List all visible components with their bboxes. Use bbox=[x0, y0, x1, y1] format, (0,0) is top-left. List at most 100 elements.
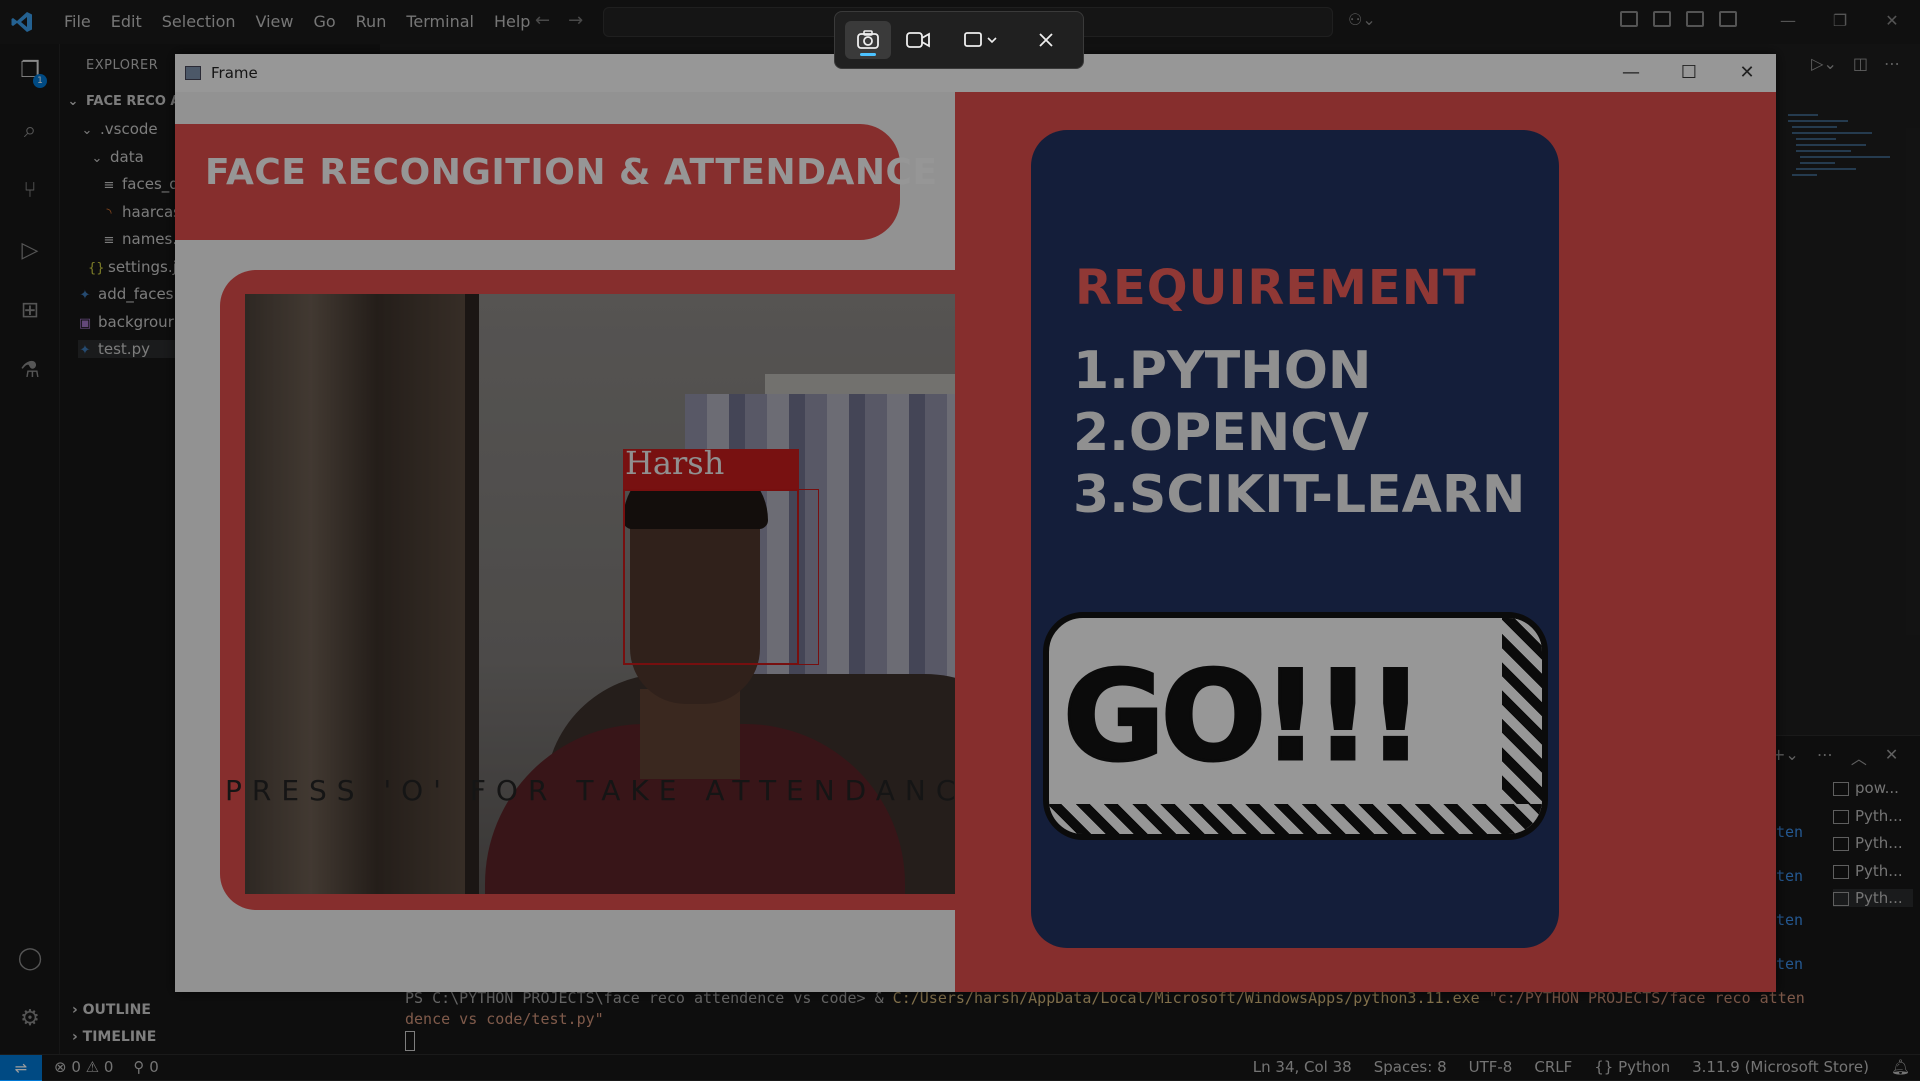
remote-indicator-icon[interactable]: ⇌ bbox=[0, 1055, 42, 1081]
menu-bar: File Edit Selection View Go Run Terminal… bbox=[54, 0, 540, 44]
tree-item-background[interactable]: ▣ backgrour bbox=[78, 313, 174, 331]
video-icon bbox=[906, 32, 930, 48]
rss-file-icon: ◝ bbox=[106, 206, 112, 221]
panel-actions: +⌄ ⋯ ︿ ✕ bbox=[1772, 745, 1898, 769]
tree-item-faces-data[interactable]: ≡ faces_d bbox=[102, 175, 179, 193]
forward-arrow-icon[interactable]: → bbox=[568, 10, 583, 31]
terminal-tab[interactable]: Pyth... bbox=[1833, 834, 1903, 852]
terminal-tab[interactable]: pow... bbox=[1833, 779, 1899, 797]
minimize-icon[interactable]: — bbox=[1762, 6, 1814, 36]
problems-indicator[interactable]: ⊗ 0 ⚠ 0 bbox=[54, 1058, 113, 1076]
status-left: ⊗ 0 ⚠ 0 ⚲ 0 bbox=[54, 1058, 159, 1076]
settings-gear-icon[interactable]: ⚙ bbox=[15, 1004, 45, 1034]
menu-help[interactable]: Help bbox=[484, 0, 540, 44]
terminal-tab[interactable]: Pyth... bbox=[1833, 862, 1903, 880]
split-editor-icon[interactable]: ◫ bbox=[1853, 54, 1868, 73]
terminal-icon bbox=[1833, 781, 1849, 796]
explorer-icon[interactable]: ❐ 1 bbox=[15, 56, 47, 88]
requirement-item: 3.SCIKIT-LEARN bbox=[1073, 465, 1526, 525]
menu-run[interactable]: Run bbox=[346, 0, 397, 44]
tree-item-vscode[interactable]: ⌄ .vscode bbox=[80, 120, 158, 138]
project-root[interactable]: ⌄ FACE RECO AT bbox=[66, 94, 189, 109]
menu-selection[interactable]: Selection bbox=[152, 0, 246, 44]
indentation[interactable]: Spaces: 8 bbox=[1374, 1058, 1447, 1076]
back-arrow-icon[interactable]: ← bbox=[535, 10, 550, 31]
terminal-tab-active[interactable]: Pyth... bbox=[1833, 889, 1913, 907]
video-mode-button[interactable] bbox=[895, 21, 941, 59]
source-control-icon[interactable]: ⑂ bbox=[15, 176, 45, 206]
new-terminal-icon[interactable]: +⌄ bbox=[1772, 745, 1799, 769]
frame-maximize-icon[interactable]: ☐ bbox=[1660, 54, 1718, 92]
more-icon[interactable]: ⋯ bbox=[1817, 745, 1833, 769]
toggle-panel-icon[interactable] bbox=[1686, 11, 1704, 27]
line-ending[interactable]: CRLF bbox=[1534, 1058, 1572, 1076]
language-mode[interactable]: {} Python bbox=[1594, 1058, 1670, 1076]
tree-item-haarcascade[interactable]: ◝ haarcas bbox=[102, 203, 181, 221]
status-right: Ln 34, Col 38 Spaces: 8 UTF-8 CRLF {} Py… bbox=[1253, 1058, 1910, 1076]
terminal-icon bbox=[1833, 891, 1849, 906]
attendance-instruction: PRESS 'O' FOR TAKE ATTENDANCE bbox=[225, 774, 994, 807]
tree-item-settings[interactable]: {} settings.j bbox=[88, 258, 177, 276]
rectangle-select-icon bbox=[964, 32, 997, 47]
encoding[interactable]: UTF-8 bbox=[1469, 1058, 1513, 1076]
close-icon bbox=[1039, 33, 1053, 47]
outline-section[interactable]: › OUTLINE bbox=[72, 1002, 151, 1018]
search-icon[interactable]: ⌕ bbox=[15, 116, 45, 146]
screenshot-mode-button[interactable] bbox=[845, 21, 891, 59]
account-icon[interactable]: ◯ bbox=[15, 944, 45, 974]
menu-terminal[interactable]: Terminal bbox=[396, 0, 484, 44]
python-file-icon: ✦ bbox=[79, 288, 91, 303]
face-detection-box-outer bbox=[623, 489, 819, 665]
menu-go[interactable]: Go bbox=[303, 0, 345, 44]
requirement-item: 2.OPENCV bbox=[1073, 403, 1369, 463]
snipping-toolbar bbox=[834, 11, 1084, 69]
testing-icon[interactable]: ⚗ bbox=[15, 356, 45, 386]
timeline-section[interactable]: › TIMELINE bbox=[72, 1029, 156, 1045]
terminal-wrapped-fragments: ten ten ten ten bbox=[1776, 823, 1804, 973]
menu-view[interactable]: View bbox=[246, 0, 304, 44]
cursor-position[interactable]: Ln 34, Col 38 bbox=[1253, 1058, 1352, 1076]
close-panel-icon[interactable]: ✕ bbox=[1885, 745, 1898, 769]
terminal-tab[interactable]: Pyth... bbox=[1833, 807, 1903, 825]
frame-canvas: FACE RECONGITION & ATTENDANCE Harsh PRES… bbox=[175, 92, 1776, 992]
extensions-icon[interactable]: ⊞ bbox=[15, 296, 45, 326]
go-badge-stripe-bottom bbox=[1049, 804, 1542, 834]
frame-minimize-icon[interactable]: — bbox=[1602, 54, 1660, 92]
tree-item-names[interactable]: ≡ names. bbox=[102, 230, 178, 248]
go-badge: GO!!! bbox=[1043, 612, 1548, 840]
snip-shape-dropdown[interactable] bbox=[953, 21, 1009, 59]
maximize-panel-icon[interactable]: ︿ bbox=[1851, 745, 1867, 769]
python-interpreter[interactable]: 3.11.9 (Microsoft Store) bbox=[1692, 1058, 1869, 1076]
close-icon[interactable]: ✕ bbox=[1866, 6, 1918, 36]
restore-icon[interactable]: ❐ bbox=[1814, 6, 1866, 36]
ports-indicator[interactable]: ⚲ 0 bbox=[133, 1058, 158, 1076]
run-debug-icon[interactable]: ▷ bbox=[15, 236, 45, 266]
more-actions-icon[interactable]: ⋯ bbox=[1884, 54, 1900, 73]
requirements-card: REQUIREMENT 1.PYTHON 2.OPENCV 3.SCIKIT-L… bbox=[1031, 130, 1559, 948]
nav-arrows: ← → bbox=[535, 10, 583, 31]
go-text: GO!!! bbox=[1062, 645, 1426, 789]
requirements-panel: REQUIREMENT 1.PYTHON 2.OPENCV 3.SCIKIT-L… bbox=[955, 92, 1776, 992]
minimap[interactable] bbox=[1788, 110, 1890, 200]
run-file-icon[interactable]: ▷⌄ bbox=[1811, 54, 1837, 73]
chevron-right-icon: ⌄ bbox=[81, 123, 93, 138]
terminal-cursor bbox=[405, 1031, 415, 1051]
toggle-sidebar-icon[interactable] bbox=[1653, 11, 1671, 27]
menu-edit[interactable]: Edit bbox=[101, 0, 152, 44]
requirement-title: REQUIREMENT bbox=[1075, 260, 1477, 316]
camera-icon bbox=[857, 30, 879, 49]
notifications-bell-icon[interactable]: 🔔︎ bbox=[1891, 1058, 1910, 1076]
terminal-output[interactable]: PS C:\PYTHON PROJECTS\face reco attenden… bbox=[405, 988, 1805, 1051]
text-file-icon: ≡ bbox=[103, 178, 115, 193]
customize-layout-icon[interactable] bbox=[1620, 11, 1638, 27]
tree-item-data[interactable]: ⌄ data bbox=[90, 148, 144, 166]
copilot-icon[interactable]: ⚇⌄ bbox=[1348, 10, 1376, 29]
chevron-down-icon: ⌄ bbox=[67, 94, 79, 109]
menu-file[interactable]: File bbox=[54, 0, 101, 44]
frame-app-icon bbox=[185, 66, 201, 80]
text-file-icon: ≡ bbox=[103, 233, 115, 248]
frame-close-icon[interactable]: ✕ bbox=[1718, 54, 1776, 92]
tree-item-add-faces[interactable]: ✦ add_faces bbox=[78, 285, 174, 303]
toggle-secondary-sidebar-icon[interactable] bbox=[1719, 11, 1737, 27]
snip-close-button[interactable] bbox=[1023, 21, 1069, 59]
